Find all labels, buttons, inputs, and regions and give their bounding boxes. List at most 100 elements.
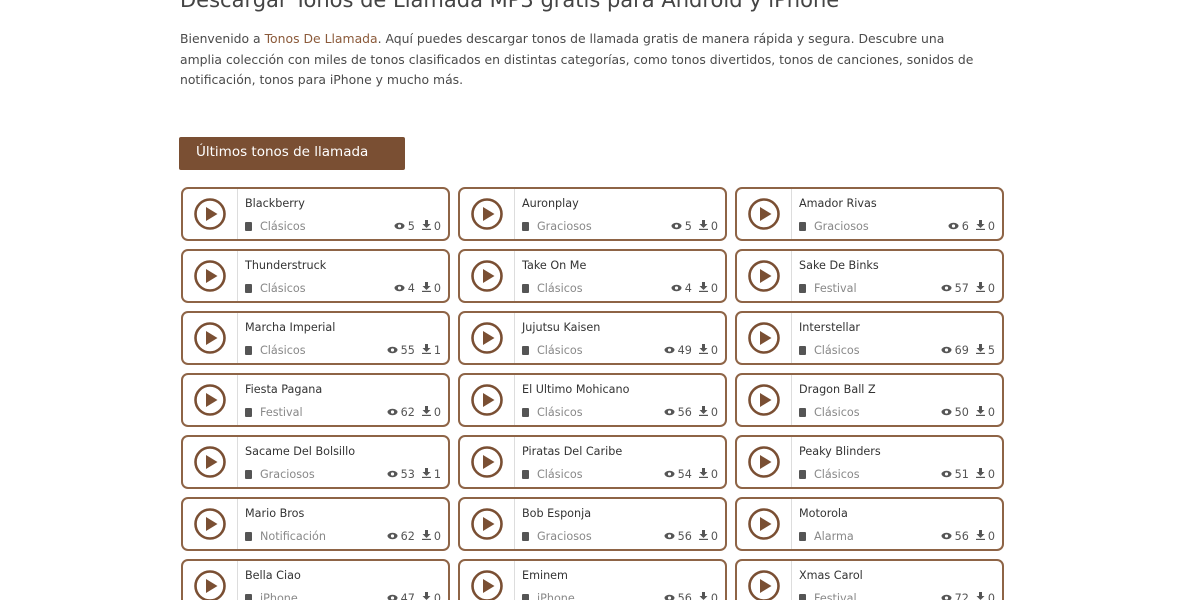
ringtone-name[interactable]: Take On Me xyxy=(522,259,586,272)
ringtone-name[interactable]: Marcha Imperial xyxy=(245,321,335,334)
ringtone-category[interactable]: Clásicos xyxy=(799,406,860,419)
ringtone-name[interactable]: Sake De Binks xyxy=(799,259,879,272)
ringtone-category[interactable]: Alarma xyxy=(799,530,854,543)
ringtone-card[interactable]: Xmas Carol Festival 72 0 xyxy=(735,559,1004,600)
ringtone-name[interactable]: Blackberry xyxy=(245,197,305,210)
play-icon[interactable] xyxy=(737,561,792,600)
ringtone-card[interactable]: Interstellar Clásicos 69 5 xyxy=(735,311,1004,365)
play-icon[interactable] xyxy=(183,499,238,549)
ringtone-stats: 56 0 xyxy=(664,530,718,543)
ringtone-card[interactable]: Eminem iPhone 56 0 xyxy=(458,559,727,600)
ringtone-name[interactable]: Eminem xyxy=(522,569,568,582)
ringtone-category[interactable]: iPhone xyxy=(522,592,575,600)
play-icon[interactable] xyxy=(460,561,515,600)
ringtone-card[interactable]: Piratas Del Caribe Clásicos 54 0 xyxy=(458,435,727,489)
ringtone-name[interactable]: Interstellar xyxy=(799,321,860,334)
ringtone-category[interactable]: Graciosos xyxy=(522,530,592,543)
play-icon[interactable] xyxy=(460,499,515,549)
category-label: Clásicos xyxy=(260,220,306,233)
ringtone-category[interactable]: Clásicos xyxy=(522,282,583,295)
ringtone-name[interactable]: Amador Rivas xyxy=(799,197,877,210)
site-link[interactable]: Tonos De Llamada xyxy=(265,31,378,46)
ringtone-category[interactable]: Graciosos xyxy=(522,220,592,233)
ringtone-name[interactable]: Xmas Carol xyxy=(799,569,863,582)
ringtone-name[interactable]: Thunderstruck xyxy=(245,259,326,272)
ringtone-name[interactable]: Bella Ciao xyxy=(245,569,301,582)
ringtone-card[interactable]: Amador Rivas Graciosos 6 0 xyxy=(735,187,1004,241)
play-icon[interactable] xyxy=(737,189,792,239)
ringtone-name[interactable]: Fiesta Pagana xyxy=(245,383,322,396)
play-icon[interactable] xyxy=(183,561,238,600)
ringtone-name[interactable]: Motorola xyxy=(799,507,848,520)
eye-icon xyxy=(664,592,678,600)
play-icon[interactable] xyxy=(183,251,238,301)
ringtone-name[interactable]: Bob Esponja xyxy=(522,507,591,520)
ringtone-card[interactable]: Sake De Binks Festival 57 0 xyxy=(735,249,1004,303)
play-icon[interactable] xyxy=(737,437,792,487)
ringtone-name[interactable]: Dragon Ball Z xyxy=(799,383,876,396)
play-icon[interactable] xyxy=(737,499,792,549)
latest-ringtones-button[interactable]: Últimos tonos de llamada xyxy=(179,137,405,170)
ringtone-category[interactable]: Festival xyxy=(799,592,857,600)
play-icon[interactable] xyxy=(183,375,238,425)
ringtone-card[interactable]: Dragon Ball Z Clásicos 50 0 xyxy=(735,373,1004,427)
ringtone-category[interactable]: Clásicos xyxy=(245,282,306,295)
ringtone-card[interactable]: El Ultimo Mohicano Clásicos 56 0 xyxy=(458,373,727,427)
ringtone-card[interactable]: Blackberry Clásicos 5 0 xyxy=(181,187,450,241)
play-icon[interactable] xyxy=(737,375,792,425)
ringtone-category[interactable]: iPhone xyxy=(245,592,298,600)
play-icon[interactable] xyxy=(460,251,515,301)
ringtone-name[interactable]: Sacame Del Bolsillo xyxy=(245,445,355,458)
ringtone-stats: 60 xyxy=(948,220,995,233)
download-icon xyxy=(975,220,988,233)
ringtone-category[interactable]: Clásicos xyxy=(522,344,583,357)
play-icon[interactable] xyxy=(183,313,238,363)
ringtone-card[interactable]: Peaky Blinders Clásicos 51 0 xyxy=(735,435,1004,489)
ringtone-category[interactable]: Clásicos xyxy=(245,220,306,233)
play-icon[interactable] xyxy=(460,313,515,363)
ringtone-card[interactable]: Mario Bros Notificación 62 0 xyxy=(181,497,450,551)
ringtone-category[interactable]: Festival xyxy=(245,406,303,419)
ringtone-category[interactable]: Clásicos xyxy=(522,468,583,481)
ringtone-stats: 57 0 xyxy=(941,282,995,295)
play-icon[interactable] xyxy=(460,437,515,487)
ringtone-card[interactable]: Jujutsu Kaisen Clásicos 49 0 xyxy=(458,311,727,365)
ringtone-card[interactable]: Bella Ciao iPhone 47 0 xyxy=(181,559,450,600)
play-icon[interactable] xyxy=(737,251,792,301)
ringtone-name[interactable]: Jujutsu Kaisen xyxy=(522,321,600,334)
ringtone-category[interactable]: Graciosos xyxy=(799,220,869,233)
ringtone-category[interactable]: Graciosos xyxy=(245,468,315,481)
ringtone-name[interactable]: Auronplay xyxy=(522,197,579,210)
ringtone-name[interactable]: Peaky Blinders xyxy=(799,445,881,458)
ringtone-category[interactable]: Clásicos xyxy=(245,344,306,357)
eye-icon xyxy=(394,220,408,233)
ringtone-stats: 50 0 xyxy=(941,406,995,419)
eye-icon xyxy=(664,468,678,481)
ringtone-category[interactable]: Clásicos xyxy=(522,406,583,419)
ringtone-category[interactable]: Festival xyxy=(799,282,857,295)
ringtone-card[interactable]: Marcha Imperial Clásicos 55 1 xyxy=(181,311,450,365)
ringtone-name[interactable]: El Ultimo Mohicano xyxy=(522,383,629,396)
play-icon[interactable] xyxy=(183,437,238,487)
ringtone-category[interactable]: Clásicos xyxy=(799,468,860,481)
ringtone-card[interactable]: Thunderstruck Clásicos 4 0 xyxy=(181,249,450,303)
ringtone-name[interactable]: Piratas Del Caribe xyxy=(522,445,622,458)
play-icon[interactable] xyxy=(183,189,238,239)
ringtone-card[interactable]: Motorola Alarma 56 0 xyxy=(735,497,1004,551)
ringtone-card[interactable]: Auronplay Graciosos 5 0 xyxy=(458,187,727,241)
play-icon[interactable] xyxy=(460,375,515,425)
ringtone-category[interactable]: Notificación xyxy=(245,530,326,543)
ringtone-card[interactable]: Bob Esponja Graciosos 56 0 xyxy=(458,497,727,551)
play-icon[interactable] xyxy=(460,189,515,239)
ringtone-name[interactable]: Mario Bros xyxy=(245,507,304,520)
view-count: 56 xyxy=(677,406,692,419)
category-label: Notificación xyxy=(260,530,326,543)
eye-icon xyxy=(671,282,685,295)
play-icon[interactable] xyxy=(737,313,792,363)
ringtone-card[interactable]: Take On Me Clásicos 4 0 xyxy=(458,249,727,303)
ringtone-category[interactable]: Clásicos xyxy=(799,344,860,357)
download-icon xyxy=(421,344,434,357)
ringtone-card[interactable]: Fiesta Pagana Festival 62 0 xyxy=(181,373,450,427)
view-count: 69 xyxy=(954,344,969,357)
ringtone-card[interactable]: Sacame Del Bolsillo Graciosos 53 1 xyxy=(181,435,450,489)
